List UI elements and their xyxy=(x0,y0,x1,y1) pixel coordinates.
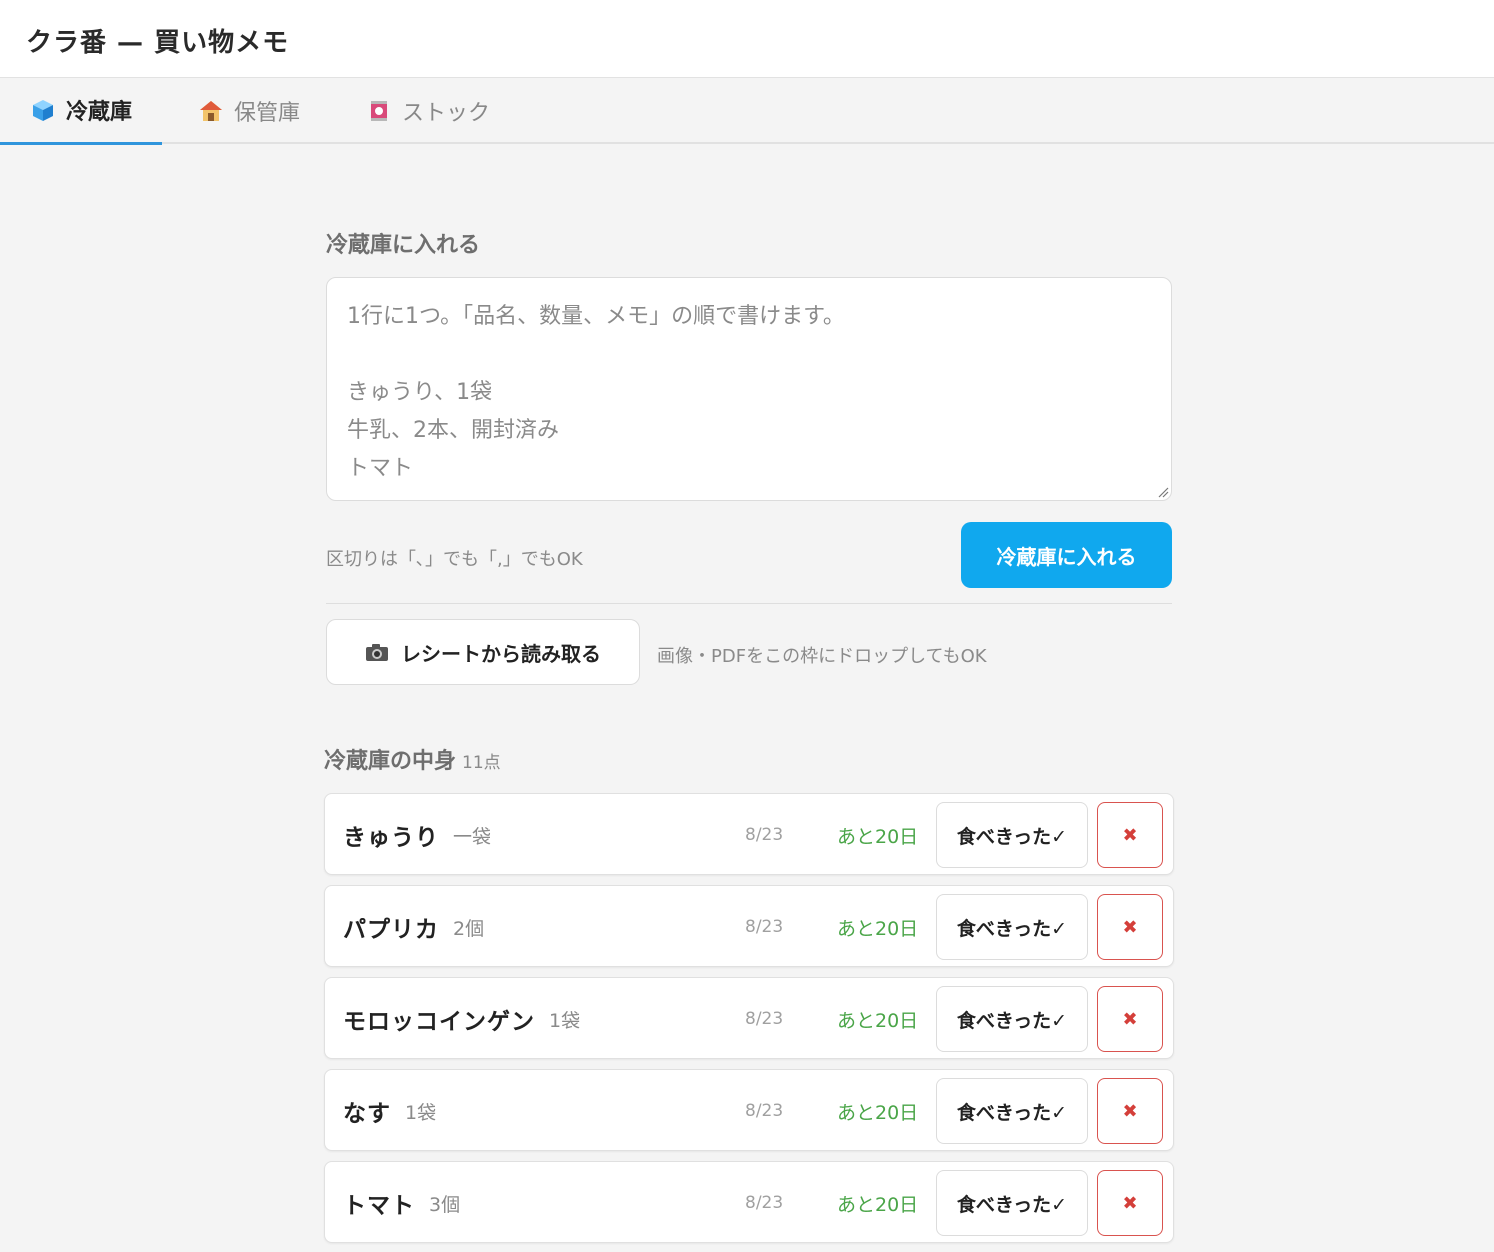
add-to-fridge-button[interactable]: 冷蔵庫に入れる xyxy=(961,522,1172,588)
item-qty: 1袋 xyxy=(405,1101,437,1124)
tab-bar: 冷蔵庫 保管庫 ストック xyxy=(0,78,1494,145)
ate-button[interactable]: 食べきった✓ xyxy=(936,986,1088,1052)
delete-button[interactable]: ✖ xyxy=(1097,986,1163,1052)
ate-button[interactable]: 食べきった✓ xyxy=(936,802,1088,868)
tab-label: ストック xyxy=(402,101,491,126)
item-remaining: あと20日 xyxy=(837,917,919,940)
tab-label: 保管庫 xyxy=(234,101,301,126)
list-item: なす 1袋 8/23 あと20日 食べきった✓ ✖ xyxy=(324,1069,1174,1151)
list-item: トマト 3個 8/23 あと20日 食べきった✓ ✖ xyxy=(324,1161,1174,1243)
item-name-text: モロッコインゲン xyxy=(343,1009,535,1035)
item-name: パプリカ 2個 xyxy=(343,886,484,968)
item-date: 8/23 xyxy=(745,1009,784,1029)
delete-button[interactable]: ✖ xyxy=(1097,1170,1163,1236)
can-icon xyxy=(371,101,387,121)
tab-storage[interactable]: 保管庫 xyxy=(168,78,330,144)
read-receipt-button[interactable]: レシートから読み取る xyxy=(326,619,640,685)
house-icon xyxy=(200,101,222,121)
resize-grip-icon[interactable] xyxy=(1157,486,1169,498)
item-name: モロッコインゲン 1袋 xyxy=(343,978,580,1060)
tab-fridge[interactable]: 冷蔵庫 xyxy=(0,78,163,145)
item-name: きゅうり 一袋 xyxy=(343,794,491,876)
item-date: 8/23 xyxy=(745,1193,784,1213)
tab-stock[interactable]: ストック xyxy=(336,78,520,144)
item-remaining: あと20日 xyxy=(837,1101,919,1124)
ice-cube-icon xyxy=(33,100,53,121)
item-date: 8/23 xyxy=(745,917,784,937)
delete-button[interactable]: ✖ xyxy=(1097,802,1163,868)
list-item: モロッコインゲン 1袋 8/23 あと20日 食べきった✓ ✖ xyxy=(324,977,1174,1059)
ate-button[interactable]: 食べきった✓ xyxy=(936,894,1088,960)
item-remaining: あと20日 xyxy=(837,1009,919,1032)
items-textarea[interactable]: 1行に1つ。「品名、数量、メモ」の順で書けます。 きゅうり、1袋 牛乳、2本、開… xyxy=(326,277,1172,501)
item-name-text: パプリカ xyxy=(343,917,439,943)
item-remaining: あと20日 xyxy=(837,825,919,848)
item-name-text: きゅうり xyxy=(343,825,439,851)
delete-button[interactable]: ✖ xyxy=(1097,894,1163,960)
delete-button[interactable]: ✖ xyxy=(1097,1078,1163,1144)
item-count: 11点 xyxy=(462,753,501,773)
inventory-title: 冷蔵庫の中身 11点 xyxy=(324,743,501,775)
list-item: きゅうり 一袋 8/23 あと20日 食べきった✓ ✖ xyxy=(324,793,1174,875)
drop-hint: 画像・PDFをこの枠にドロップしてもOK xyxy=(657,646,987,667)
camera-icon xyxy=(366,644,388,661)
item-qty: 1袋 xyxy=(549,1009,581,1032)
add-section-title: 冷蔵庫に入れる xyxy=(326,233,481,258)
app-header: クラ番 — 買い物メモ xyxy=(0,0,1494,78)
receipt-button-label: レシートから読み取る xyxy=(401,641,601,666)
item-name-text: なす xyxy=(343,1101,391,1127)
item-date: 8/23 xyxy=(745,825,784,845)
tab-label: 冷蔵庫 xyxy=(66,100,133,125)
item-name-text: トマト xyxy=(343,1193,415,1219)
item-qty: 3個 xyxy=(429,1193,461,1216)
list-item: パプリカ 2個 8/23 あと20日 食べきった✓ ✖ xyxy=(324,885,1174,967)
app-title: クラ番 — 買い物メモ xyxy=(26,28,290,58)
inventory-title-text: 冷蔵庫の中身 xyxy=(324,749,457,774)
item-remaining: あと20日 xyxy=(837,1193,919,1216)
item-qty: 2個 xyxy=(453,917,485,940)
item-date: 8/23 xyxy=(745,1101,784,1121)
separator-hint: 区切りは「､」でも「,」でもOK xyxy=(326,549,583,570)
divider xyxy=(326,603,1172,604)
item-name: なす 1袋 xyxy=(343,1070,436,1152)
item-qty: 一袋 xyxy=(453,825,492,848)
item-name: トマト 3個 xyxy=(343,1162,460,1244)
ate-button[interactable]: 食べきった✓ xyxy=(936,1078,1088,1144)
ate-button[interactable]: 食べきった✓ xyxy=(936,1170,1088,1236)
